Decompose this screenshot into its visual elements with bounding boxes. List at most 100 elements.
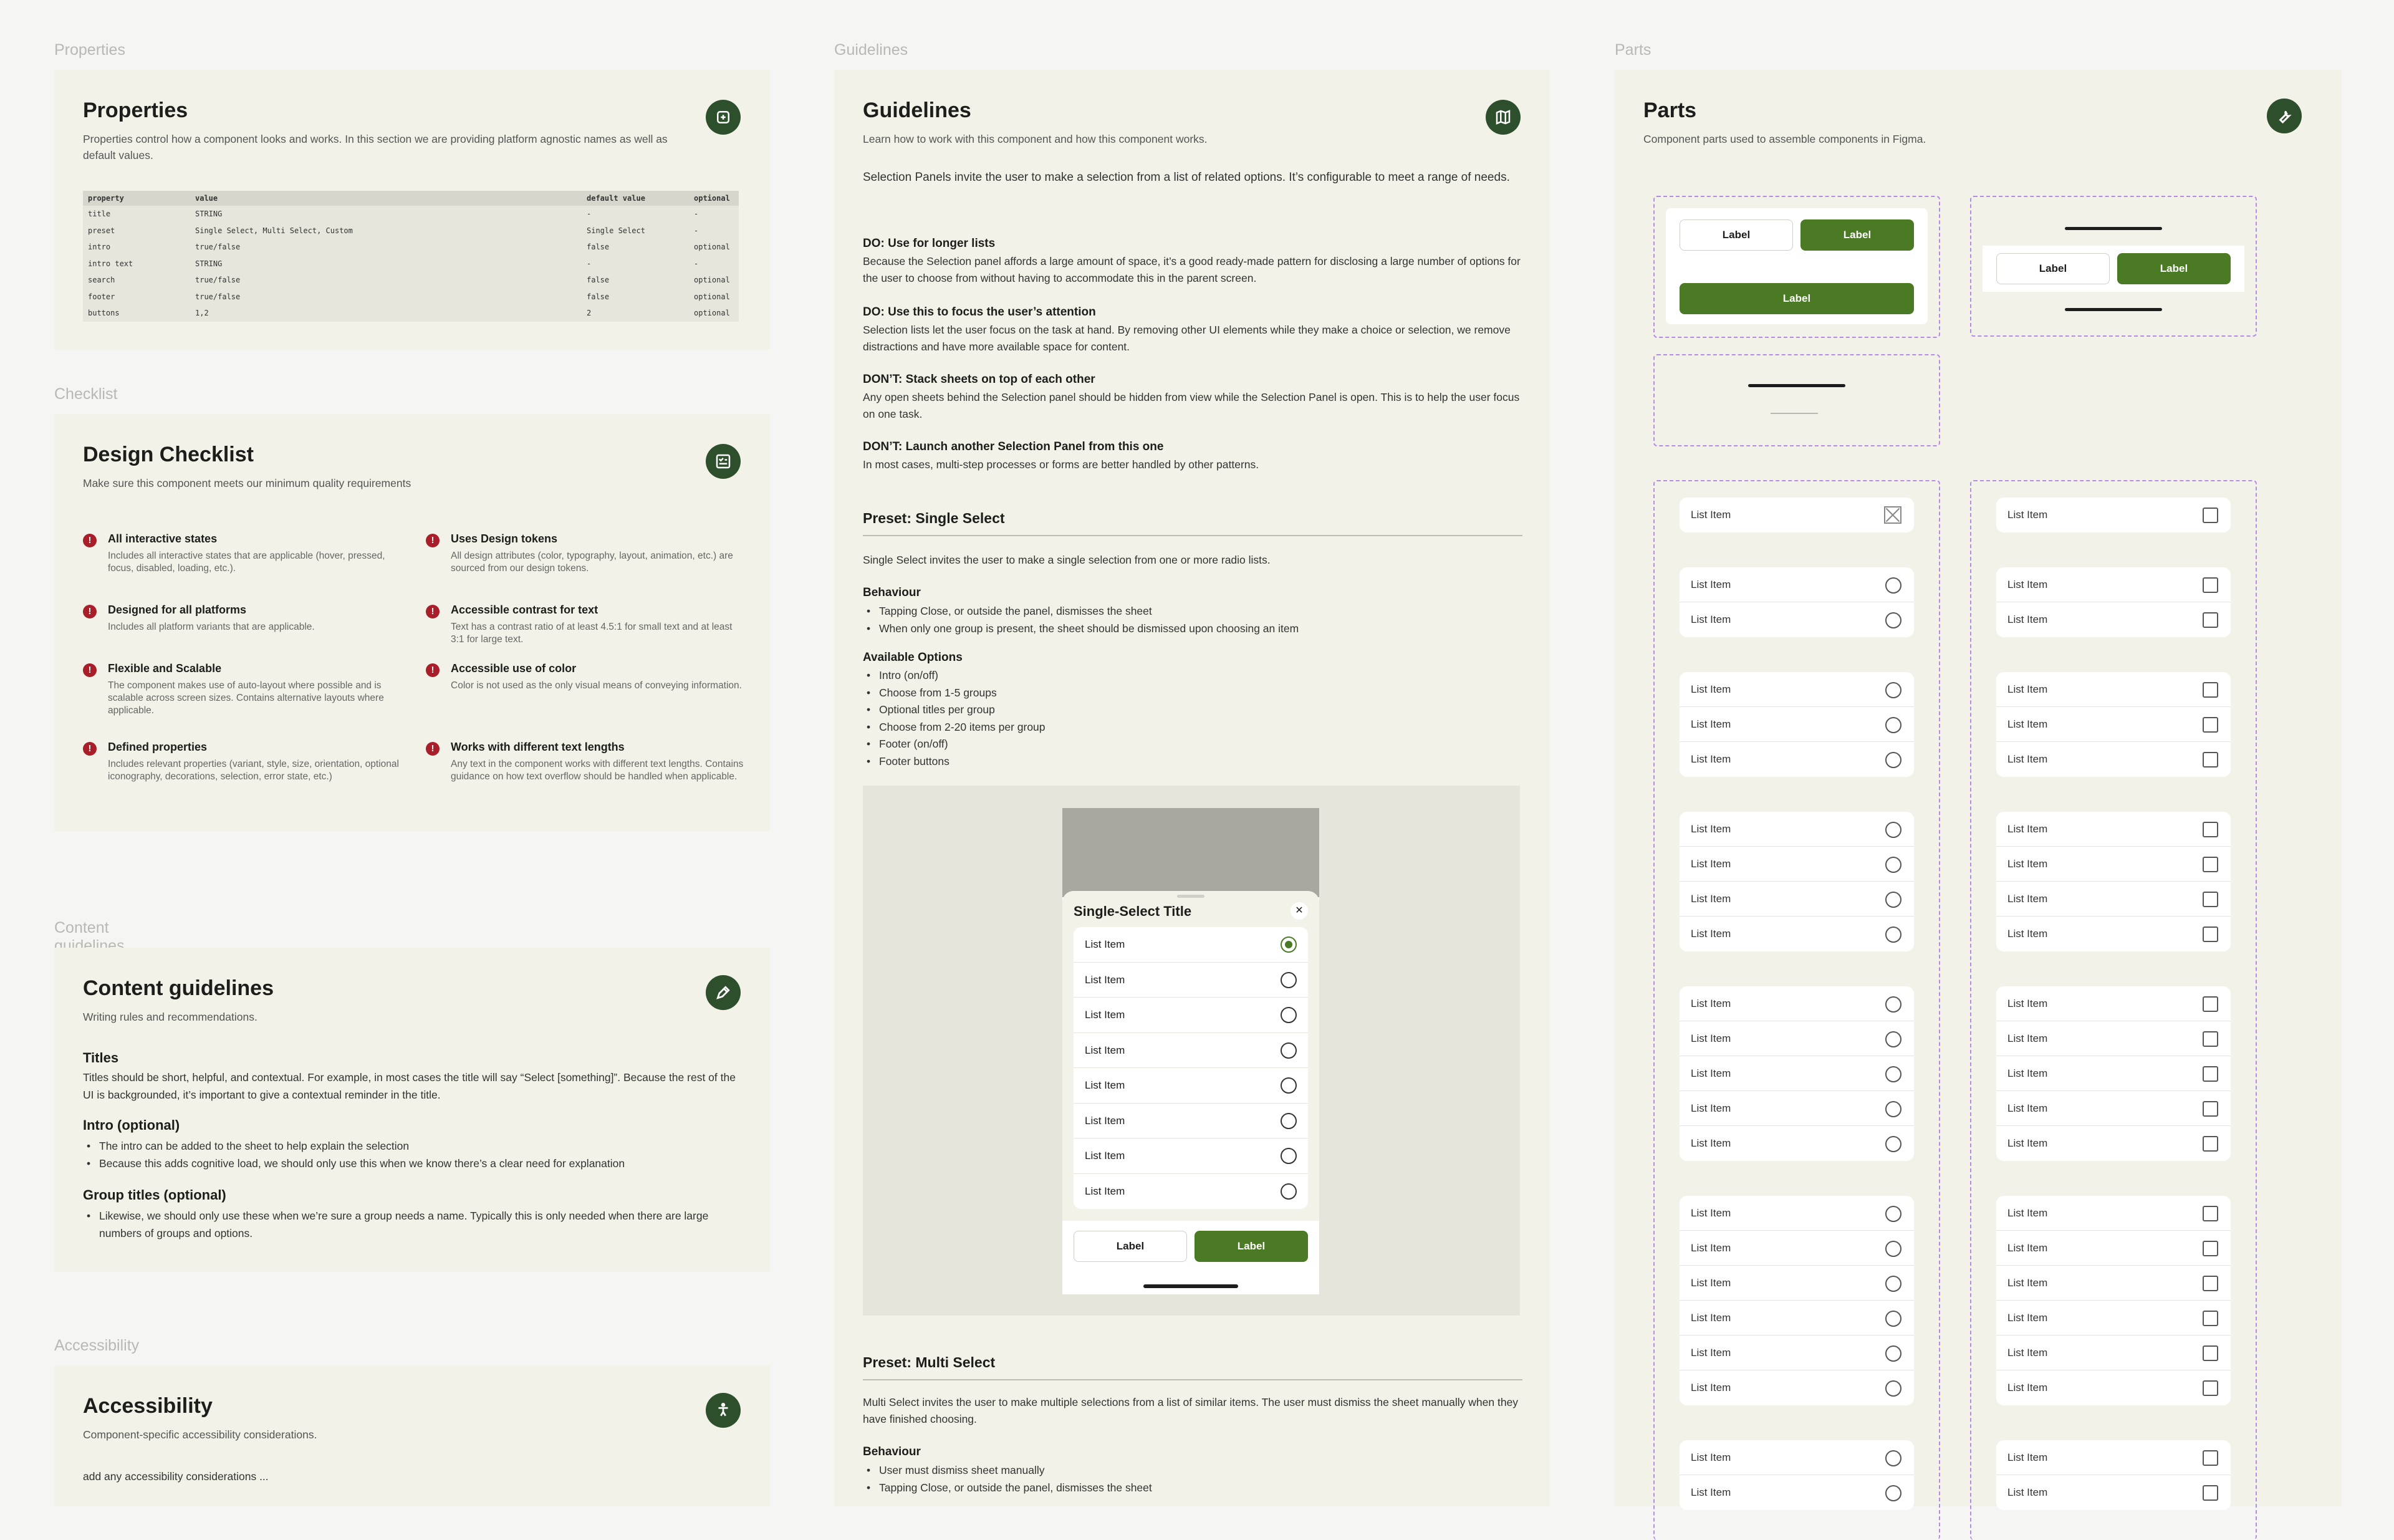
close-icon[interactable]: ✕ bbox=[1291, 902, 1308, 920]
sheet-list-item[interactable]: List Item bbox=[1074, 1033, 1308, 1068]
list-item[interactable]: List Item bbox=[1680, 567, 1914, 602]
radio-unselected[interactable] bbox=[1281, 1007, 1297, 1023]
list-item[interactable]: List Item bbox=[1680, 498, 1914, 532]
checkbox-unchecked[interactable] bbox=[2203, 717, 2218, 733]
list-item[interactable]: List Item bbox=[1996, 1126, 2231, 1161]
checkbox-unchecked[interactable] bbox=[2203, 996, 2218, 1012]
list-item[interactable]: List Item bbox=[1996, 602, 2231, 637]
list-item[interactable]: List Item bbox=[1680, 1056, 1914, 1091]
radio-unselected[interactable] bbox=[1281, 1112, 1297, 1129]
checkbox-unchecked[interactable] bbox=[2203, 1206, 2218, 1221]
checkbox-unchecked[interactable] bbox=[2203, 1380, 2218, 1396]
list-item[interactable]: List Item bbox=[1996, 1335, 2231, 1370]
radio-unselected[interactable] bbox=[1885, 1241, 1901, 1257]
list-item[interactable]: List Item bbox=[1996, 498, 2231, 532]
radio-unselected[interactable] bbox=[1885, 926, 1901, 943]
checkbox-unchecked[interactable] bbox=[2203, 926, 2218, 942]
list-item[interactable]: List Item bbox=[1996, 1091, 2231, 1126]
checkbox-unchecked[interactable] bbox=[2203, 1276, 2218, 1291]
list-item[interactable]: List Item bbox=[1680, 986, 1914, 1021]
checkbox-unchecked[interactable] bbox=[2203, 1311, 2218, 1326]
checkbox-unchecked[interactable] bbox=[2203, 1345, 2218, 1361]
radio-unselected[interactable] bbox=[1281, 1042, 1297, 1059]
radio-unselected[interactable] bbox=[1281, 1077, 1297, 1094]
checkbox-unchecked[interactable] bbox=[2203, 892, 2218, 907]
checkbox-unchecked[interactable] bbox=[2203, 1101, 2218, 1117]
list-item[interactable]: List Item bbox=[1996, 1196, 2231, 1231]
list-item[interactable]: List Item bbox=[1680, 1231, 1914, 1266]
list-item[interactable]: List Item bbox=[1680, 1021, 1914, 1056]
radio-unselected[interactable] bbox=[1885, 1380, 1901, 1397]
radio-unselected[interactable] bbox=[1885, 752, 1901, 768]
radio-unselected[interactable] bbox=[1885, 1345, 1901, 1362]
checkbox-unchecked[interactable] bbox=[2203, 1031, 2218, 1047]
radio-unselected[interactable] bbox=[1885, 682, 1901, 698]
list-item[interactable]: List Item bbox=[1680, 1091, 1914, 1126]
sheet-list-item[interactable]: List Item bbox=[1074, 963, 1308, 998]
part-secondary-button[interactable]: Label bbox=[1680, 219, 1793, 251]
checkbox-unchecked[interactable] bbox=[2203, 577, 2218, 593]
list-item[interactable]: List Item bbox=[1996, 1475, 2231, 1510]
primary-button[interactable]: Label bbox=[1195, 1231, 1308, 1262]
list-item[interactable]: List Item bbox=[1680, 1126, 1914, 1161]
sheet-list-item[interactable]: List Item bbox=[1074, 1068, 1308, 1104]
radio-unselected[interactable] bbox=[1885, 1450, 1901, 1466]
scrim[interactable] bbox=[1062, 808, 1319, 897]
list-item[interactable]: List Item bbox=[1996, 882, 2231, 917]
radio-unselected[interactable] bbox=[1281, 1148, 1297, 1164]
list-item[interactable]: List Item bbox=[1996, 1370, 2231, 1405]
list-item[interactable]: List Item bbox=[1680, 1475, 1914, 1510]
radio-unselected[interactable] bbox=[1281, 971, 1297, 988]
sheet-list-item[interactable]: List Item bbox=[1074, 1104, 1308, 1138]
list-item[interactable]: List Item bbox=[1680, 882, 1914, 917]
radio-unselected[interactable] bbox=[1885, 1276, 1901, 1292]
radio-unselected[interactable] bbox=[1885, 996, 1901, 1013]
checkbox-unchecked[interactable] bbox=[2203, 612, 2218, 628]
radio-unselected[interactable] bbox=[1885, 1206, 1901, 1222]
list-item[interactable]: List Item bbox=[1680, 1266, 1914, 1301]
radio-unselected[interactable] bbox=[1281, 1183, 1297, 1200]
radio-unselected[interactable] bbox=[1885, 717, 1901, 733]
list-item[interactable]: List Item bbox=[1996, 707, 2231, 742]
list-item[interactable]: List Item bbox=[1996, 917, 2231, 951]
list-item[interactable]: List Item bbox=[1996, 672, 2231, 707]
sheet-list-item[interactable]: List Item bbox=[1074, 1174, 1308, 1210]
radio-unselected[interactable] bbox=[1885, 1136, 1901, 1152]
list-item[interactable]: List Item bbox=[1996, 1301, 2231, 1335]
part-primary-button[interactable]: Label bbox=[2117, 253, 2231, 284]
list-item[interactable]: List Item bbox=[1680, 917, 1914, 951]
list-item[interactable]: List Item bbox=[1996, 742, 2231, 777]
checkbox-unchecked[interactable] bbox=[2203, 1450, 2218, 1466]
radio-unselected[interactable] bbox=[1885, 892, 1901, 908]
list-item[interactable]: List Item bbox=[1680, 1335, 1914, 1370]
radio-unselected[interactable] bbox=[1885, 612, 1901, 628]
list-item[interactable]: List Item bbox=[1996, 1056, 2231, 1091]
secondary-button[interactable]: Label bbox=[1074, 1231, 1187, 1262]
list-item[interactable]: List Item bbox=[1680, 1370, 1914, 1405]
checkbox-unchecked[interactable] bbox=[2203, 1066, 2218, 1082]
checkbox-unchecked[interactable] bbox=[2203, 682, 2218, 698]
checkbox-unchecked[interactable] bbox=[2203, 1241, 2218, 1256]
part-primary-button[interactable]: Label bbox=[1800, 219, 1914, 251]
list-item[interactable]: List Item bbox=[1996, 986, 2231, 1021]
drag-handle[interactable] bbox=[1177, 895, 1204, 898]
list-item[interactable]: List Item bbox=[1680, 1440, 1914, 1475]
list-item[interactable]: List Item bbox=[1680, 847, 1914, 882]
radio-unselected[interactable] bbox=[1885, 577, 1901, 594]
checkbox-unchecked[interactable] bbox=[2203, 508, 2218, 523]
list-item[interactable]: List Item bbox=[1996, 1266, 2231, 1301]
list-item[interactable]: List Item bbox=[1680, 1301, 1914, 1335]
list-item[interactable]: List Item bbox=[1996, 1021, 2231, 1056]
part-secondary-button[interactable]: Label bbox=[1996, 253, 2110, 284]
radio-unselected[interactable] bbox=[1885, 1311, 1901, 1327]
list-item[interactable]: List Item bbox=[1996, 847, 2231, 882]
list-item[interactable]: List Item bbox=[1680, 742, 1914, 777]
list-item[interactable]: List Item bbox=[1996, 567, 2231, 602]
list-item[interactable]: List Item bbox=[1680, 672, 1914, 707]
checkbox-unchecked[interactable] bbox=[2203, 857, 2218, 872]
sheet-list-item[interactable]: List Item bbox=[1074, 1138, 1308, 1174]
radio-unselected[interactable] bbox=[1885, 857, 1901, 873]
radio-unselected[interactable] bbox=[1885, 1066, 1901, 1082]
list-item[interactable]: List Item bbox=[1680, 1196, 1914, 1231]
checkbox-unchecked[interactable] bbox=[2203, 822, 2218, 837]
